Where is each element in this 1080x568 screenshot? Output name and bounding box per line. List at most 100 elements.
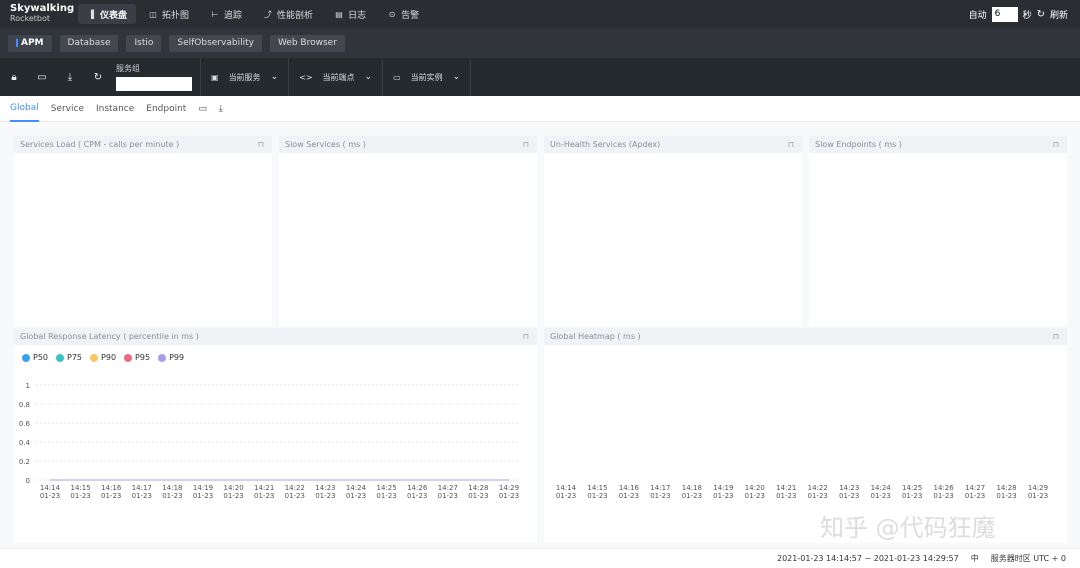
logo-title: Skywalking [10, 3, 75, 14]
current-instance-select[interactable]: ▭ 当前实例 ⌄ [382, 58, 472, 96]
legend-dot [90, 353, 99, 362]
panel-header: Global Response Latency ( percentile in … [14, 328, 537, 345]
download-icon[interactable]: ⤓ [219, 104, 223, 114]
services-load-panel: Services Load ( CPM - calls per minute )… [14, 136, 272, 326]
auto-refresh-interval-input[interactable] [991, 6, 1018, 22]
lock-icon[interactable]: ⊓ [1053, 140, 1059, 149]
refresh-button[interactable]: 刷新 [1050, 8, 1068, 21]
lock-icon[interactable]: ⊓ [523, 140, 529, 149]
legend-dot [22, 353, 30, 362]
time-range[interactable]: 2021-01-23 14:14:57 ~ 2021-01-23 14:29:5… [777, 554, 959, 563]
legend-item[interactable]: P99 [158, 353, 184, 362]
panel-header: Global Heatmap ( ms ) ⊓ [544, 328, 1067, 345]
panel-title: Global Heatmap ( ms ) [550, 332, 641, 341]
download-icon[interactable]: ⤓ [56, 72, 84, 83]
panel-title: Global Response Latency ( percentile in … [20, 332, 199, 341]
legend-label: P99 [169, 353, 185, 362]
tab-istio[interactable]: Istio [126, 34, 162, 52]
legend-label: P95 [135, 353, 151, 362]
toolbar: 🔒︎ ▭ ⤓ ↻ 服务组 ▣ 当前服务 ⌄ <> 当前端点 ⌄ ▭ 当前实例 ⌄ [0, 58, 1080, 96]
panel-header: Slow Services ( ms ) ⊓ [279, 136, 537, 153]
nav-item-label: 告警 [401, 10, 420, 21]
nav-item-label: 性能剖析 [277, 10, 314, 21]
auto-refresh-controls: 自动 秒 ↻ 刷新 [969, 0, 1068, 28]
nav-item-topology[interactable]: ◫ 拓扑图 [140, 4, 198, 24]
watermark: 知乎 @代码狂魔 [820, 514, 996, 542]
topology-icon: ◫ [149, 9, 157, 19]
tab-database[interactable]: Database [59, 34, 119, 52]
language-toggle[interactable]: 中 [971, 553, 979, 564]
subtab-service[interactable]: Service [51, 96, 84, 122]
tab-web-browser[interactable]: Web Browser [269, 34, 345, 52]
nav-item-trace[interactable]: ⊢ 追踪 [202, 4, 251, 24]
current-service-select[interactable]: ▣ 当前服务 ⌄ [200, 58, 288, 96]
legend-label: P50 [33, 353, 49, 362]
lock-icon[interactable]: 🔒︎ [0, 72, 28, 83]
logo-subtitle: Rocketbot [10, 14, 51, 23]
subtab-endpoint[interactable]: Endpoint [146, 96, 186, 122]
endpoint-icon: <> [299, 72, 313, 82]
folder-icon[interactable]: ▭ [28, 72, 56, 83]
lock-icon[interactable]: ⊓ [258, 140, 264, 149]
latency-legend: P50 P75 P90 P95 P99 [22, 353, 184, 362]
tab-selfobservability[interactable]: SelfObservability [169, 34, 262, 52]
dashboard-tab-bar: APM Database Istio SelfObservability Web… [0, 28, 1080, 58]
service-group-input[interactable] [116, 76, 192, 91]
nav-item-label: 追踪 [224, 10, 243, 21]
nav-item-log[interactable]: ▤ 日志 [326, 4, 375, 24]
footer: 2021-01-23 14:14:57 ~ 2021-01-23 14:29:5… [0, 548, 1080, 568]
timezone-label[interactable]: 服务器时区 UTC + 0 [991, 553, 1066, 564]
current-endpoint-select[interactable]: <> 当前端点 ⌄ [288, 58, 382, 96]
folder-icon[interactable]: ▭ [198, 104, 207, 114]
nav-item-label: 日志 [348, 10, 367, 21]
chevron-down-icon: ⌄ [452, 72, 461, 82]
logo[interactable]: Skywalking Rocketbot [0, 4, 78, 24]
nav-item-label: 拓扑图 [162, 10, 190, 21]
sub-tabs: Global Service Instance Endpoint ▭ ⤓ [0, 96, 1080, 122]
service-group: 服务组 [116, 64, 192, 91]
service-group-label: 服务组 [116, 63, 140, 73]
panel-header: Slow Endpoints ( ms ) ⊓ [809, 136, 1067, 153]
reload-icon[interactable]: ↻ [84, 72, 112, 83]
subtab-global[interactable]: Global [10, 96, 39, 122]
legend-item[interactable]: P50 [22, 353, 48, 362]
auto-label: 自动 [968, 10, 987, 21]
chevron-down-icon: ⌄ [270, 72, 279, 82]
panel-title: Slow Services ( ms ) [285, 140, 366, 149]
profile-icon: ⤴ [264, 9, 273, 19]
panel-header: Un-Health Services (Apdex) ⊓ [544, 136, 802, 153]
legend-item[interactable]: P90 [90, 353, 116, 362]
nav-item-dashboard[interactable]: ▐ 仪表盘 [78, 4, 137, 24]
panel-title: Slow Endpoints ( ms ) [815, 140, 902, 149]
legend-label: P75 [67, 353, 83, 362]
legend-dot [158, 353, 167, 362]
legend-item[interactable]: P95 [124, 353, 150, 362]
lock-icon[interactable]: ⊓ [523, 332, 529, 341]
dashboard-content: Services Load ( CPM - calls per minute )… [0, 123, 1080, 548]
nav-item-profile[interactable]: ⤴ 性能剖析 [255, 4, 322, 24]
nav-item-alarm[interactable]: ⊙ 告警 [379, 4, 428, 24]
top-nav: Skywalking Rocketbot ▐ 仪表盘 ◫ 拓扑图 ⊢ 追踪 ⤴ … [0, 0, 1080, 28]
panel-title: Un-Health Services (Apdex) [550, 140, 661, 149]
instance-icon: ▭ [393, 72, 401, 82]
alarm-icon: ⊙ [388, 9, 396, 19]
chevron-down-icon: ⌄ [364, 72, 373, 82]
service-icon: ▣ [211, 72, 219, 82]
bar-chart-icon: ▐ [87, 9, 95, 19]
seconds-label: 秒 [1022, 10, 1032, 21]
nav-item-label: 仪表盘 [100, 10, 128, 21]
slow-endpoints-panel: Slow Endpoints ( ms ) ⊓ [809, 136, 1067, 326]
unhealth-services-panel: Un-Health Services (Apdex) ⊓ [544, 136, 802, 326]
subtab-instance[interactable]: Instance [96, 96, 134, 122]
lock-icon[interactable]: ⊓ [788, 140, 794, 149]
panel-title: Services Load ( CPM - calls per minute ) [20, 140, 180, 149]
lock-icon[interactable]: ⊓ [1053, 332, 1059, 341]
current-service-label: 当前服务 [228, 72, 261, 82]
log-icon: ▤ [335, 9, 343, 19]
slow-services-panel: Slow Services ( ms ) ⊓ [279, 136, 537, 326]
trace-icon: ⊢ [211, 9, 219, 19]
legend-dot [56, 353, 65, 362]
tab-apm[interactable]: APM [8, 34, 52, 52]
legend-item[interactable]: P75 [56, 353, 82, 362]
refresh-icon[interactable]: ↻ [1037, 9, 1045, 20]
